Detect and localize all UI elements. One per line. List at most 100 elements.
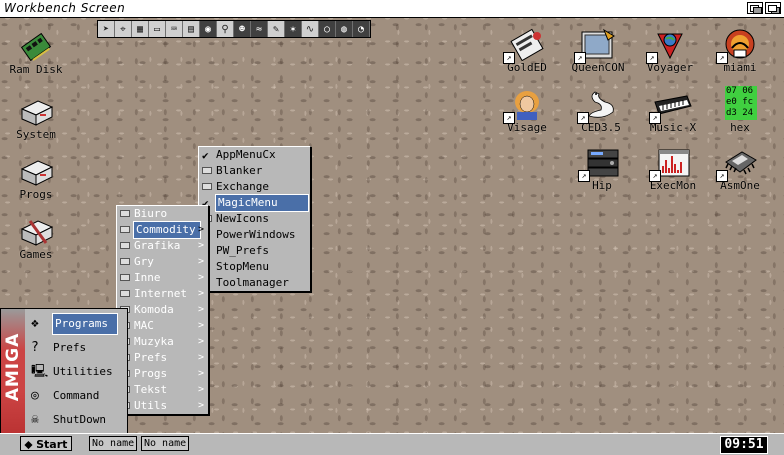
desktop-icon-execmon[interactable]: ↗ ExecMon xyxy=(637,146,709,192)
desktop-icon-visage[interactable]: ↗ Visage xyxy=(491,88,563,134)
task-button[interactable]: No name xyxy=(89,436,138,451)
checkbox-icon xyxy=(202,183,212,190)
front-back-gadget[interactable] xyxy=(765,2,781,14)
start-item-utilities[interactable]: 🖳 Utilities xyxy=(29,362,113,382)
start-item-prefs[interactable]: ? Prefs xyxy=(29,338,86,358)
desktop-icon-music-x[interactable]: ↗ Music-X xyxy=(637,88,709,134)
tool-dock: ➤ ⌖ ▦ ▭ ⌨ ▤ ◉ ⚲ ☻ ≈ ✎ ✶ ∿ ○ ◍ ◔ xyxy=(97,20,371,38)
start-item-programs[interactable]: ❖ Programs xyxy=(29,313,118,335)
desktop-icon-system[interactable]: System xyxy=(0,95,72,141)
tool-icon-2[interactable]: ⌖ xyxy=(115,21,132,37)
submenu-arrow-icon: > xyxy=(197,304,204,315)
tool-icon-3[interactable]: ▦ xyxy=(132,21,149,37)
link-arrow-icon: ↗ xyxy=(578,170,590,182)
programs-item-biuro[interactable]: Biuro xyxy=(117,206,208,222)
programs-item-grafika[interactable]: Grafika > xyxy=(117,238,208,254)
tool-icon-9[interactable]: ☻ xyxy=(234,21,251,37)
icon-label: hex xyxy=(730,121,750,134)
drawer-icon xyxy=(120,258,130,265)
commodity-item-exchange[interactable]: Exchange xyxy=(199,179,310,195)
screen-title-bar[interactable]: Workbench Screen xyxy=(0,0,784,18)
tool-icon-1[interactable]: ➤ xyxy=(98,21,115,37)
start-item-command[interactable]: ◎ Command xyxy=(29,386,99,406)
programs-item-mac[interactable]: MAC > xyxy=(117,318,208,334)
tool-icon-10[interactable]: ≈ xyxy=(251,21,268,37)
tool-icon-13[interactable]: ∿ xyxy=(302,21,319,37)
terminal-icon: ↗ xyxy=(574,28,618,64)
programs-item-gry[interactable]: Gry > xyxy=(117,254,208,270)
hex-line: e0 fc xyxy=(726,97,754,107)
drawer-icon xyxy=(120,274,130,281)
commodity-item-magicmenu[interactable]: ✔ MagicMenu xyxy=(199,194,310,212)
drawer-icon xyxy=(120,290,130,297)
start-item-shutdown[interactable]: ☠ ShutDown xyxy=(29,410,106,430)
portrait-icon: ↗ xyxy=(503,88,547,124)
desktop-icon-asmone[interactable]: ↗ AsmOne xyxy=(704,146,776,192)
commodity-item-stopmenu[interactable]: ✔StopMenu xyxy=(199,259,310,275)
submenu-arrow-icon: > xyxy=(197,384,204,395)
piano-icon: ↗ xyxy=(649,88,693,124)
tool-icon-15[interactable]: ◍ xyxy=(336,21,353,37)
tool-icon-5[interactable]: ⌨ xyxy=(166,21,183,37)
commodity-item-newicons[interactable]: NewIcons xyxy=(199,211,310,227)
commodity-item-blanker[interactable]: Blanker xyxy=(199,163,310,179)
skull-icon: ☠ xyxy=(31,412,39,427)
commodity-item-appmenucx[interactable]: ✔ AppMenuCx xyxy=(199,147,310,163)
programs-item-tekst[interactable]: Tekst > xyxy=(117,382,208,398)
programs-item-progs[interactable]: Progs > xyxy=(117,366,208,382)
stereo-icon: ↗ xyxy=(578,146,622,182)
programs-item-commodity[interactable]: Commodity > xyxy=(117,221,208,239)
tool-icon-7[interactable]: ◉ xyxy=(200,21,217,37)
icon-label: GoldED xyxy=(507,61,547,74)
commodity-submenu: ✔ AppMenuCx Blanker Exchange ✔ MagicMenu N… xyxy=(198,146,311,292)
drive-icon xyxy=(16,155,56,189)
miami-icon: ↗ xyxy=(716,28,760,64)
desktop-icon-hip[interactable]: ↗ Hip xyxy=(566,146,638,192)
tool-icon-14[interactable]: ○ xyxy=(319,21,336,37)
drawer-icon xyxy=(120,226,130,233)
depth-gadget[interactable] xyxy=(747,2,763,14)
desktop-icon-ced[interactable]: ↗ CED3.5 xyxy=(565,88,637,134)
commodity-item-toolmanager[interactable]: ✔Toolmanager xyxy=(199,275,310,291)
programs-item-muzyka[interactable]: Muzyka > xyxy=(117,334,208,350)
programs-item-internet[interactable]: Internet > xyxy=(117,286,208,302)
desktop-icon-miami[interactable]: ↗ miami xyxy=(704,28,776,74)
submenu-arrow-icon: > xyxy=(197,240,204,251)
tool-icon-16[interactable]: ◔ xyxy=(353,21,370,37)
tool-icon-6[interactable]: ▤ xyxy=(183,21,200,37)
desktop-icon-hex[interactable]: 07 06 e0 fc d3 24 hex xyxy=(704,86,776,134)
checkbox-icon xyxy=(202,167,212,174)
hex-line: 07 06 xyxy=(726,86,754,96)
programs-item-utils[interactable]: Utils > xyxy=(117,398,208,414)
drive-icon xyxy=(16,95,56,129)
programs-item-komoda[interactable]: Komoda > xyxy=(117,302,208,318)
programs-item-inne[interactable]: Inne > xyxy=(117,270,208,286)
desktop-icon-progs[interactable]: Progs xyxy=(0,155,72,201)
desktop-icon-queencon[interactable]: ↗ QueenCON xyxy=(562,28,634,74)
graph-icon: ↗ xyxy=(649,146,693,182)
desktop-icon-games[interactable]: Games xyxy=(0,215,72,261)
icon-label: QueenCON xyxy=(571,61,625,74)
question-icon: ? xyxy=(31,340,39,355)
submenu-arrow-icon: > xyxy=(197,368,204,379)
tool-icon-8[interactable]: ⚲ xyxy=(217,21,234,37)
desktop-icon-ram-disk[interactable]: Ram Disk xyxy=(0,30,72,76)
link-arrow-icon: ↗ xyxy=(649,112,661,124)
icon-label: CED3.5 xyxy=(581,121,621,134)
commodity-item-pw-prefs[interactable]: ✔PW_Prefs xyxy=(199,243,310,259)
desktop-icon-voyager[interactable]: ↗ Voyager xyxy=(634,28,706,74)
icon-label: Hip xyxy=(592,179,612,192)
start-button[interactable]: ⬥ Start xyxy=(20,436,72,451)
programs-item-prefs[interactable]: Prefs > xyxy=(117,350,208,366)
task-button[interactable]: No name xyxy=(141,436,190,451)
tool-icon-12[interactable]: ✶ xyxy=(285,21,302,37)
tool-icon-11[interactable]: ✎ xyxy=(268,21,285,37)
commodity-item-powerwindows[interactable]: ✔PowerWindows xyxy=(199,227,310,243)
icon-label: Progs xyxy=(19,188,53,201)
hex-line: d3 24 xyxy=(726,108,754,118)
link-arrow-icon: ↗ xyxy=(503,112,515,124)
link-arrow-icon: ↗ xyxy=(577,112,589,124)
desktop-icon-golded[interactable]: ↗ GoldED xyxy=(491,28,563,74)
icon-label: Visage xyxy=(507,121,547,134)
tool-icon-4[interactable]: ▭ xyxy=(149,21,166,37)
